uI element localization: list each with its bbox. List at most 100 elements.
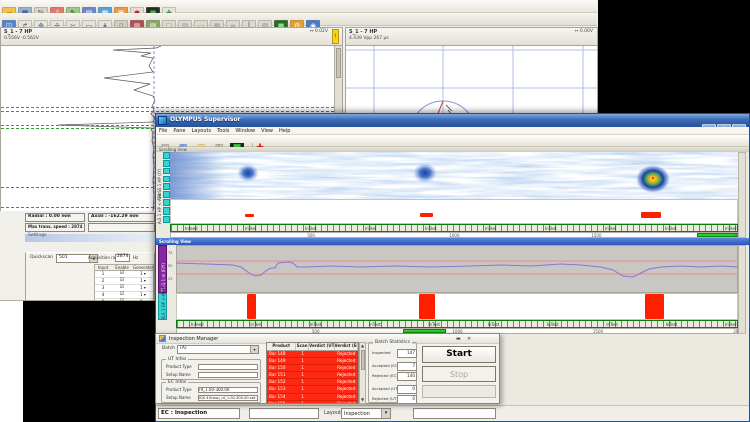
ut-setup-name-input[interactable] (198, 372, 258, 378)
acq-rate-input[interactable]: 2874 (115, 254, 130, 262)
input-cell: 4 (95, 292, 111, 298)
view2-stripchart[interactable] (176, 245, 738, 293)
status-field-2 (413, 408, 496, 419)
menu-help[interactable]: Help (276, 128, 293, 134)
menu-layouts[interactable]: Layouts (188, 128, 214, 134)
product-cell: Bar 153 (267, 386, 296, 392)
chevron-down-icon[interactable]: ▾ (250, 346, 258, 353)
stat-label: Inspected (372, 350, 391, 355)
scan-cell: 1 (296, 351, 309, 357)
ut-infos-group: UT Infos Product Type Setup Name (161, 359, 261, 380)
empty-readout (88, 223, 155, 232)
view2-vscrollbar[interactable] (738, 245, 746, 334)
zone-label: InTest (245, 226, 257, 231)
status-field (249, 408, 319, 419)
blank-button[interactable] (422, 385, 496, 398)
stat-value: 7 (397, 362, 417, 371)
green-gate-line (1, 111, 334, 112)
channel-segment[interactable] (163, 152, 170, 159)
ut-product-type-input[interactable] (198, 364, 258, 370)
ut-setup-name-label: Setup Name (166, 373, 191, 377)
verdict-ut-cell (309, 358, 334, 364)
chevron-down-icon[interactable]: ▾ (381, 409, 390, 418)
table-row[interactable]: 1☑1 ▾ (95, 271, 153, 278)
scroll-thumb[interactable] (361, 350, 365, 370)
channel-segment[interactable] (163, 168, 170, 175)
table-row[interactable]: Bar 1501Rejected (267, 365, 358, 372)
zone-label: InTest (725, 226, 737, 231)
table-row[interactable]: 4☑1 ▾ (95, 292, 153, 299)
view1-lower-channel-strip[interactable] (163, 199, 170, 224)
table-row[interactable]: Bar 1511Rejected (267, 372, 358, 379)
ut-infos-legend: UT Infos (166, 357, 188, 362)
menu-tools[interactable]: Tools (214, 128, 232, 134)
ascan-readout: 0.556V -0.562V (4, 37, 39, 42)
input-cell: 2 (95, 278, 111, 284)
scroll-down-icon[interactable]: ▼ (360, 397, 365, 403)
scan-cell: 1 (296, 394, 309, 400)
generator-cell[interactable]: 1 ▾ (133, 278, 153, 284)
close-icon[interactable]: ✕ (467, 336, 471, 342)
zone-label: InTest (725, 322, 737, 327)
table-row[interactable]: Bar 1491Rejected (267, 358, 358, 365)
screen: ▱▦%♪✎▤▦▣●■✚ ◫↱✥✢✂▭ǂ▯▥▧□▨▭▩═║▤■⚙◉ S_1 - 7… (0, 0, 750, 422)
table-row[interactable]: Bar 1551Rejected (267, 401, 358, 404)
max-speed-readout: Max trans. speed : 2874 mm/s (25, 223, 85, 232)
column-header[interactable]: Scan (296, 343, 309, 350)
axis-tick-label: 50 (168, 264, 172, 268)
table-row[interactable]: Bar 1521Rejected (267, 379, 358, 386)
scan-cell: 1 (296, 379, 309, 385)
menu-file[interactable]: File (156, 128, 170, 134)
menu-window[interactable]: Window (232, 128, 258, 134)
table-row[interactable]: Bar 1531Rejected (267, 386, 358, 393)
table-row[interactable]: Bar 1541Rejected (267, 394, 358, 401)
batch-select[interactable]: (A) ▾ (177, 345, 259, 354)
channel-segment[interactable] (163, 176, 170, 183)
view1-heatmap[interactable] (170, 152, 738, 199)
stat-value: 140 (397, 372, 417, 381)
dialog-icon (159, 335, 166, 342)
start-button[interactable]: Start (422, 346, 496, 363)
column-header[interactable]: Verdict (EC) (335, 343, 358, 350)
generator-cell[interactable]: 1 ▾ (133, 271, 153, 277)
supervisor-titlebar[interactable]: OLYMPUS Supervisor ▁▢✕ (156, 114, 749, 127)
table-row[interactable]: Bar 1481Rejected (267, 351, 358, 358)
axis-tick-label: 25 (168, 277, 172, 281)
generator-cell[interactable]: 1 ▾ (133, 285, 153, 291)
stat-label: Rejected (UT) (372, 396, 398, 401)
verdict-ut-cell (309, 401, 334, 404)
menu-view[interactable]: View (258, 128, 276, 134)
table-row[interactable]: 3☑1 ▾ (95, 285, 153, 292)
menu-pane[interactable]: Pane (170, 128, 188, 134)
table-row[interactable]: 2☑1 ▾ (95, 278, 153, 285)
view1-vscrollbar[interactable] (738, 152, 746, 238)
scroll-up-icon[interactable]: ▲ (360, 343, 365, 349)
column-header[interactable]: Product (267, 343, 296, 350)
beam-readout: 4.439 Vpp 267 µs (349, 37, 389, 42)
zone-label: InTest (369, 322, 381, 327)
stat-label: Rejected (EC) (372, 373, 398, 378)
defect-indication (413, 163, 437, 183)
ec-product-type-input[interactable]: rd_1.00-300.00 (198, 387, 258, 393)
generator-cell[interactable]: 1 ▾ (133, 292, 153, 298)
channel-segment[interactable] (163, 199, 170, 206)
channel-segment[interactable] (163, 183, 170, 190)
channel-segment[interactable] (163, 216, 170, 223)
ec-setup-name-input[interactable]: IQS 4Group_rd_1.00-300.00.set (198, 395, 258, 401)
channel-segment[interactable] (163, 191, 170, 198)
minimize-icon[interactable]: ▬ (456, 336, 461, 342)
view2-labelbar[interactable]: Scrolling View (156, 238, 749, 245)
channel-segment[interactable] (163, 207, 170, 214)
axial-readout: Axial : -162.29 mm (88, 213, 155, 222)
column-header[interactable]: Verdict (UT) (309, 343, 334, 350)
scroll-thumb[interactable] (336, 48, 341, 78)
desktop-black-area-top-right (598, 0, 750, 113)
layout-select[interactable]: Inspection ▾ (341, 408, 391, 419)
position-number: 1500 (593, 329, 603, 334)
channel-segment[interactable] (163, 160, 170, 167)
view1-channel-strip[interactable] (163, 152, 170, 199)
stop-button[interactable]: Stop (422, 366, 496, 382)
results-table-scrollbar[interactable]: ▲ ▼ (359, 342, 366, 404)
verdict-ut-cell (309, 379, 334, 385)
reject-bar (247, 294, 256, 319)
